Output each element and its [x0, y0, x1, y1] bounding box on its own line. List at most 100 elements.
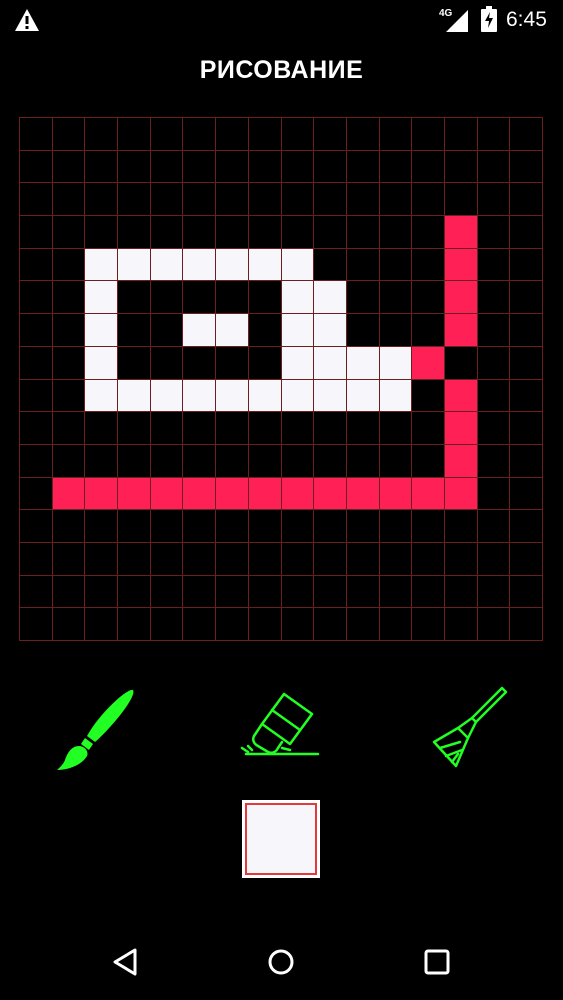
pixel-cell[interactable]: [281, 281, 315, 315]
pixel-cell[interactable]: [314, 477, 347, 511]
pixel-cell[interactable]: [216, 412, 249, 445]
pixel-cell[interactable]: [150, 314, 184, 347]
pixel-cell[interactable]: [216, 608, 249, 641]
pixel-cell[interactable]: [379, 575, 413, 609]
pixel-cell[interactable]: [477, 150, 511, 184]
pixel-cell[interactable]: [379, 346, 413, 380]
pixel-cell[interactable]: [477, 510, 511, 543]
pixel-cell[interactable]: [150, 379, 184, 413]
back-button[interactable]: [103, 940, 147, 984]
pixel-cell[interactable]: [85, 412, 119, 445]
pixel-cell[interactable]: [118, 346, 151, 380]
pixel-cell[interactable]: [183, 150, 217, 184]
pixel-cell[interactable]: [216, 477, 249, 511]
pixel-cell[interactable]: [314, 281, 347, 315]
pixel-cell[interactable]: [183, 477, 217, 511]
pixel-cell[interactable]: [314, 444, 347, 478]
pixel-cell[interactable]: [412, 216, 445, 249]
pixel-cell[interactable]: [85, 281, 119, 315]
pixel-cell[interactable]: [412, 444, 445, 478]
pixel-cell[interactable]: [183, 216, 217, 249]
pixel-cell[interactable]: [314, 346, 347, 380]
pixel-cell[interactable]: [118, 150, 151, 184]
pixel-cell[interactable]: [412, 150, 445, 184]
pixel-cell[interactable]: [412, 281, 445, 315]
pixel-cell[interactable]: [248, 216, 282, 249]
pixel-cell[interactable]: [52, 510, 86, 543]
pixel-cell[interactable]: [379, 216, 413, 249]
pixel-canvas[interactable]: [19, 117, 543, 641]
pixel-cell[interactable]: [52, 118, 86, 151]
pixel-cell[interactable]: [20, 510, 53, 543]
pixel-cell[interactable]: [510, 281, 543, 315]
pixel-cell[interactable]: [412, 183, 445, 217]
pixel-cell[interactable]: [314, 248, 347, 282]
pixel-cell[interactable]: [379, 510, 413, 543]
pixel-cell[interactable]: [412, 575, 445, 609]
pixel-cell[interactable]: [248, 608, 282, 641]
pixel-cell[interactable]: [52, 314, 86, 347]
pixel-cell[interactable]: [314, 379, 347, 413]
pixel-cell[interactable]: [85, 314, 119, 347]
clear-button[interactable]: [418, 680, 514, 776]
pixel-cell[interactable]: [444, 281, 478, 315]
pixel-cell[interactable]: [118, 183, 151, 217]
pixel-cell[interactable]: [118, 575, 151, 609]
pixel-cell[interactable]: [118, 379, 151, 413]
pixel-cell[interactable]: [444, 510, 478, 543]
pixel-cell[interactable]: [510, 510, 543, 543]
pixel-cell[interactable]: [85, 444, 119, 478]
pixel-cell[interactable]: [52, 248, 86, 282]
pixel-cell[interactable]: [52, 542, 86, 576]
pixel-cell[interactable]: [216, 248, 249, 282]
pixel-cell[interactable]: [346, 281, 380, 315]
pixel-cell[interactable]: [444, 542, 478, 576]
pixel-cell[interactable]: [346, 477, 380, 511]
pixel-cell[interactable]: [444, 118, 478, 151]
pixel-cell[interactable]: [379, 248, 413, 282]
pixel-cell[interactable]: [281, 314, 315, 347]
pixel-cell[interactable]: [281, 216, 315, 249]
pixel-cell[interactable]: [314, 150, 347, 184]
pixel-cell[interactable]: [248, 281, 282, 315]
pixel-cell[interactable]: [444, 379, 478, 413]
pixel-cell[interactable]: [444, 314, 478, 347]
pixel-cell[interactable]: [444, 346, 478, 380]
pixel-cell[interactable]: [150, 542, 184, 576]
pixel-cell[interactable]: [85, 379, 119, 413]
pixel-cell[interactable]: [314, 575, 347, 609]
pixel-cell[interactable]: [477, 608, 511, 641]
pixel-cell[interactable]: [183, 118, 217, 151]
pixel-cell[interactable]: [20, 608, 53, 641]
pixel-cell[interactable]: [412, 118, 445, 151]
pixel-cell[interactable]: [444, 216, 478, 249]
pixel-cell[interactable]: [118, 216, 151, 249]
pixel-cell[interactable]: [379, 150, 413, 184]
pixel-cell[interactable]: [281, 248, 315, 282]
pixel-cell[interactable]: [20, 183, 53, 217]
pixel-cell[interactable]: [52, 346, 86, 380]
pixel-cell[interactable]: [346, 346, 380, 380]
pixel-cell[interactable]: [85, 575, 119, 609]
pixel-cell[interactable]: [281, 575, 315, 609]
pixel-cell[interactable]: [85, 477, 119, 511]
pixel-cell[interactable]: [248, 314, 282, 347]
pixel-cell[interactable]: [412, 510, 445, 543]
pixel-cell[interactable]: [477, 314, 511, 347]
pixel-cell[interactable]: [248, 379, 282, 413]
pixel-cell[interactable]: [216, 346, 249, 380]
pixel-cell[interactable]: [510, 314, 543, 347]
pixel-cell[interactable]: [20, 444, 53, 478]
pixel-cell[interactable]: [183, 379, 217, 413]
pixel-cell[interactable]: [444, 248, 478, 282]
pixel-cell[interactable]: [510, 412, 543, 445]
pixel-cell[interactable]: [281, 477, 315, 511]
pixel-cell[interactable]: [183, 412, 217, 445]
pixel-cell[interactable]: [20, 542, 53, 576]
pixel-cell[interactable]: [216, 444, 249, 478]
pixel-cell[interactable]: [183, 281, 217, 315]
pixel-cell[interactable]: [118, 444, 151, 478]
pixel-cell[interactable]: [150, 150, 184, 184]
pixel-cell[interactable]: [183, 314, 217, 347]
pixel-cell[interactable]: [314, 412, 347, 445]
